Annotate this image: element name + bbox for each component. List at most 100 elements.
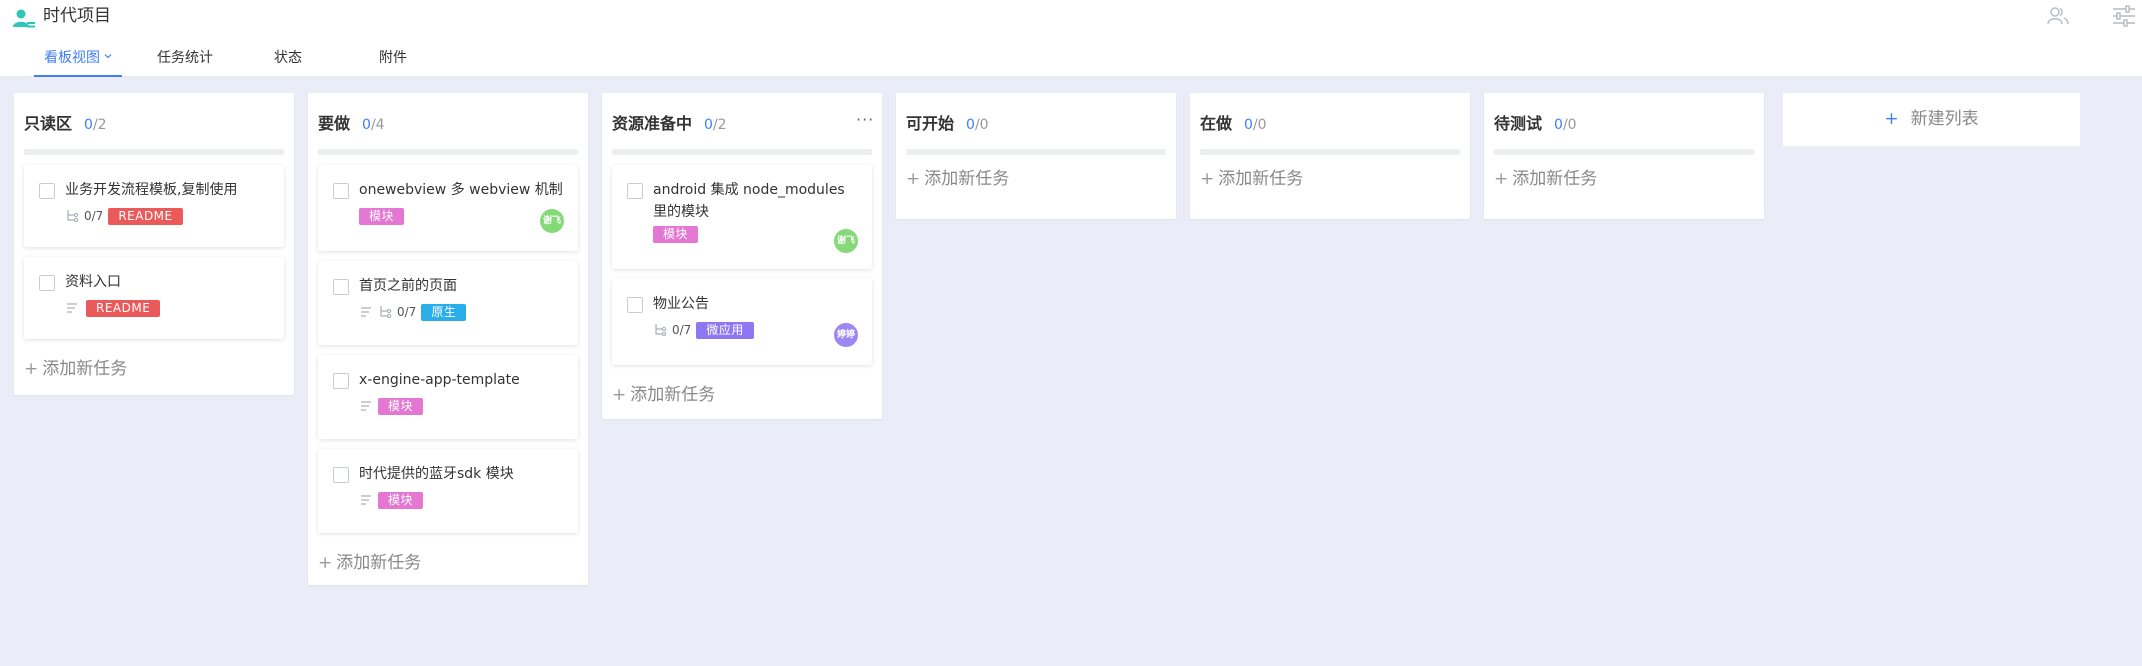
- column-to-test: 待测试 0/0 + 添加新任务: [1484, 93, 1764, 219]
- tag-readme: README: [108, 207, 183, 225]
- task-meta: 模块: [359, 491, 564, 509]
- task-card[interactable]: x-engine-app-template 模块: [318, 355, 578, 439]
- column-header: 待测试 0/0: [1484, 93, 1764, 155]
- column-progress-bar: [24, 149, 284, 155]
- task-title: 资料入口: [65, 274, 121, 290]
- task-count: 0/2: [84, 117, 107, 133]
- assignee-avatar[interactable]: 婷婷: [834, 323, 858, 347]
- subtask-icon: [380, 306, 392, 319]
- tab-attachments[interactable]: 附件: [375, 44, 411, 77]
- add-task-button[interactable]: + 添加新任务: [602, 375, 882, 419]
- assignee-avatar[interactable]: 谢飞: [540, 209, 564, 233]
- column-todo: 要做 0/4 onewebview 多 webview 机制 模块 谢飞 首页之前…: [308, 93, 588, 585]
- tag-module: 模块: [359, 207, 405, 225]
- add-task-button[interactable]: + 添加新任务: [1190, 159, 1470, 203]
- task-count: 0/0: [966, 117, 989, 133]
- task-title: 物业公告: [653, 296, 709, 312]
- tab-kanban-view[interactable]: 看板视图: [34, 44, 122, 77]
- column-progress-bar: [906, 149, 1166, 155]
- column-title: 待测试: [1494, 114, 1543, 133]
- column-body: onewebview 多 webview 机制 模块 谢飞 首页之前的页面 0/…: [308, 149, 588, 533]
- project-icon: [13, 9, 35, 28]
- task-card[interactable]: 时代提供的蓝牙sdk 模块 模块: [318, 449, 578, 533]
- tag-micro-app: 微应用: [696, 321, 754, 339]
- add-task-button[interactable]: + 添加新任务: [14, 349, 294, 393]
- filter-settings-icon[interactable]: [2112, 5, 2136, 27]
- task-card[interactable]: 首页之前的页面 0/7 原生: [318, 261, 578, 345]
- new-list-button[interactable]: + 新建列表: [1783, 93, 2080, 146]
- task-card[interactable]: android 集成 node_modules 里的模块 模块 谢飞: [612, 165, 872, 269]
- top-header: 时代项目 看板视图 任务统计 状态 附件: [0, 0, 2142, 77]
- task-title: x-engine-app-template: [359, 372, 520, 388]
- add-task-button[interactable]: + 添加新任务: [896, 159, 1176, 203]
- column-progress-bar: [1200, 149, 1460, 155]
- tab-status[interactable]: 状态: [270, 44, 306, 77]
- tag-module: 模块: [653, 225, 699, 243]
- plus-icon: +: [612, 385, 627, 405]
- project-title: 时代项目: [43, 6, 111, 26]
- task-meta: README: [65, 299, 270, 317]
- subtask-icon: [67, 210, 79, 223]
- task-checkbox[interactable]: [333, 279, 349, 295]
- task-card[interactable]: 资料入口 README: [24, 257, 284, 339]
- tag-readme: README: [86, 299, 161, 317]
- task-card[interactable]: onewebview 多 webview 机制 模块 谢飞: [318, 165, 578, 251]
- plus-icon: +: [1200, 169, 1215, 189]
- task-checkbox[interactable]: [333, 467, 349, 483]
- column-progress-bar: [318, 149, 578, 155]
- task-title: android 集成 node_modules 里的模块: [653, 182, 845, 220]
- column-progress-bar: [612, 149, 872, 155]
- column-header: 只读区 0/2: [14, 93, 294, 155]
- task-checkbox[interactable]: [39, 275, 55, 291]
- add-task-button[interactable]: + 添加新任务: [1484, 159, 1764, 203]
- subtask-icon: [655, 324, 667, 337]
- task-checkbox[interactable]: [39, 183, 55, 199]
- column-progress-bar: [1494, 149, 1754, 155]
- task-checkbox[interactable]: [627, 183, 643, 199]
- column-ready: 可开始 0/0 + 添加新任务: [896, 93, 1176, 219]
- subtask-count: 0/7: [84, 209, 104, 223]
- task-checkbox[interactable]: [333, 183, 349, 199]
- column-title: 可开始: [906, 114, 955, 133]
- task-title: onewebview 多 webview 机制: [359, 182, 563, 198]
- more-options-icon[interactable]: ···: [856, 112, 873, 131]
- task-title: 时代提供的蓝牙sdk 模块: [359, 466, 514, 482]
- column-readonly: 只读区 0/2 业务开发流程模板,复制使用 0/7 README 资料入口 REA…: [14, 93, 294, 395]
- column-body: android 集成 node_modules 里的模块 模块 谢飞 物业公告 …: [602, 149, 882, 365]
- subtask-count: 0/7: [672, 323, 692, 337]
- task-count: 0/0: [1244, 117, 1267, 133]
- task-meta: 模块: [653, 225, 858, 243]
- tab-task-stats[interactable]: 任务统计: [155, 44, 215, 77]
- task-meta: 模块: [359, 207, 564, 225]
- assignee-avatar[interactable]: 谢飞: [834, 229, 858, 253]
- subtask-count: 0/7: [397, 305, 417, 319]
- column-title: 资源准备中: [612, 114, 693, 133]
- description-icon: [361, 401, 371, 411]
- tag-native: 原生: [421, 303, 467, 321]
- plus-icon: +: [318, 553, 333, 573]
- task-title: 业务开发流程模板,复制使用: [65, 182, 238, 198]
- task-meta: 0/7 原生: [359, 303, 564, 321]
- description-icon: [361, 307, 371, 317]
- plus-icon: +: [1494, 169, 1509, 189]
- plus-icon: +: [1884, 109, 1899, 129]
- column-header: 可开始 0/0: [896, 93, 1176, 155]
- plus-icon: +: [24, 359, 39, 379]
- column-header: 在做 0/0: [1190, 93, 1470, 155]
- members-icon[interactable]: [2047, 6, 2069, 26]
- description-icon: [361, 495, 371, 505]
- task-checkbox[interactable]: [333, 373, 349, 389]
- column-resource-prep: 资源准备中 0/2 ··· android 集成 node_modules 里的模…: [602, 93, 882, 419]
- task-count: 0/0: [1554, 117, 1577, 133]
- column-title: 只读区: [24, 114, 73, 133]
- task-count: 0/4: [362, 117, 385, 133]
- column-body: 业务开发流程模板,复制使用 0/7 README 资料入口 README: [14, 149, 294, 339]
- column-title: 要做: [318, 114, 351, 133]
- task-card[interactable]: 业务开发流程模板,复制使用 0/7 README: [24, 165, 284, 247]
- task-card[interactable]: 物业公告 0/7 微应用 婷婷: [612, 279, 872, 365]
- task-checkbox[interactable]: [627, 297, 643, 313]
- chevron-down-icon: [104, 54, 112, 59]
- add-task-button[interactable]: + 添加新任务: [308, 543, 588, 587]
- tag-module: 模块: [378, 397, 424, 415]
- column-header: 要做 0/4: [308, 93, 588, 155]
